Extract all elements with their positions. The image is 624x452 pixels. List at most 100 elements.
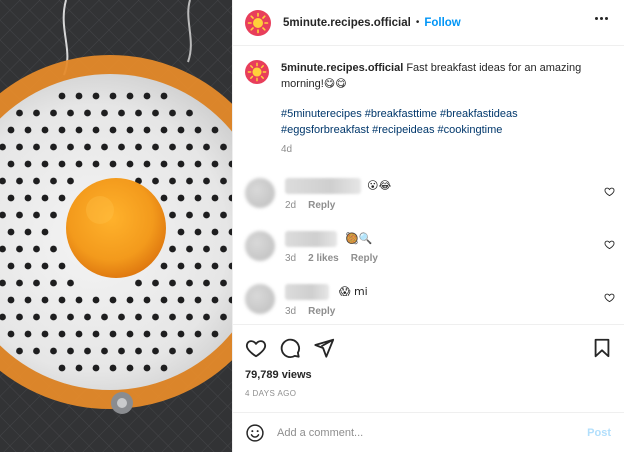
strainer-hole	[58, 330, 66, 338]
follow-button[interactable]: Follow	[424, 17, 460, 29]
strainer-hole	[194, 296, 202, 304]
like-comment-heart-icon[interactable]	[604, 292, 615, 303]
comment-text: 😮😂	[367, 179, 392, 192]
strainer-hole	[33, 279, 40, 287]
view-count[interactable]: 79,789 views	[245, 369, 312, 381]
strainer-hole	[16, 177, 23, 185]
strainer-hole	[101, 143, 108, 151]
strainer-hole	[203, 279, 210, 287]
strainer-hole	[67, 313, 74, 321]
strainer-hole	[194, 330, 202, 338]
comment-bubble-icon[interactable]	[279, 337, 301, 359]
caption-username[interactable]: 5minute.recipes.official	[281, 62, 403, 74]
post-actions-section: 79,789 views 4 DAYS AGO	[233, 324, 624, 412]
strainer-hole	[109, 364, 117, 372]
separator-dot: •	[415, 17, 420, 28]
strainer-hole	[126, 126, 134, 134]
strainer-hole	[50, 313, 57, 321]
strainer-hole	[109, 160, 117, 168]
strainer-hole	[24, 126, 32, 134]
comment-likes[interactable]: 2 likes	[308, 253, 339, 264]
strainer-hole	[118, 143, 125, 151]
strainer-hole	[75, 330, 83, 338]
post-comment-button[interactable]: Post	[587, 427, 611, 439]
commenter-avatar-blurred[interactable]	[245, 231, 275, 261]
save-bookmark-icon[interactable]	[591, 337, 613, 359]
reply-button[interactable]: Reply	[308, 200, 335, 211]
commenter-name-blurred[interactable]	[285, 231, 337, 247]
strainer-hole	[84, 313, 91, 321]
strainer-hole	[160, 296, 168, 304]
strainer-hole	[24, 194, 32, 202]
strainer-hole	[160, 364, 168, 372]
strainer-hole	[75, 364, 83, 372]
strainer-hole	[50, 109, 57, 117]
emoji-picker-icon[interactable]	[245, 423, 265, 443]
strainer-hole	[203, 143, 210, 151]
strainer-hole	[67, 143, 74, 151]
strainer-hole	[126, 296, 134, 304]
strainer-hole	[203, 313, 210, 321]
like-comment-heart-icon[interactable]	[604, 239, 615, 250]
share-paper-plane-icon[interactable]	[313, 337, 335, 359]
sun-logo-icon	[247, 12, 269, 33]
strainer-hole	[186, 109, 193, 117]
strainer-hole	[126, 92, 134, 100]
strainer-hole	[16, 109, 23, 117]
strainer-hole	[186, 177, 193, 185]
strainer-hole	[50, 347, 57, 355]
commenter-name-blurred[interactable]	[285, 178, 361, 194]
strainer-hole	[186, 143, 193, 151]
hashtags: #5minuterecipes #breakfasttime #breakfas…	[281, 106, 611, 138]
strainer-hole	[194, 262, 202, 270]
strainer-hole	[186, 279, 193, 287]
post-video[interactable]	[0, 0, 232, 452]
hashtags-line-1[interactable]: #5minuterecipes #breakfasttime #breakfas…	[281, 106, 611, 122]
reply-button[interactable]: Reply	[308, 306, 335, 317]
caption-avatar[interactable]	[245, 60, 269, 84]
strainer-hole	[211, 126, 219, 134]
strainer-hole	[169, 347, 176, 355]
post-details-panel: 5minute.recipes.official • Follow 5minut…	[232, 0, 624, 452]
strainer-hole	[169, 245, 176, 253]
strainer-hole	[211, 296, 219, 304]
strainer-hole	[50, 211, 57, 219]
strainer-hole	[92, 364, 100, 372]
strainer-hole	[177, 126, 185, 134]
commenter-avatar-blurred[interactable]	[245, 284, 275, 314]
comment-age: 3d	[285, 306, 297, 317]
strainer-hole	[126, 160, 134, 168]
strainer-hole	[194, 228, 202, 236]
reply-button[interactable]: Reply	[351, 253, 378, 264]
strainer-hole	[169, 109, 176, 117]
comment-input[interactable]	[277, 426, 567, 439]
strainer-hole	[211, 330, 219, 338]
author-avatar[interactable]	[245, 9, 271, 36]
strainer-hole	[152, 143, 159, 151]
strainer-hole	[109, 92, 117, 100]
strainer-hole	[135, 313, 142, 321]
strainer-hole	[186, 245, 193, 253]
strainer-hole	[169, 211, 176, 219]
strainer-hole	[109, 126, 117, 134]
commenter-avatar-blurred[interactable]	[245, 178, 275, 208]
strainer-hole	[7, 262, 15, 270]
strainer-hole	[203, 245, 210, 253]
commenter-name-blurred[interactable]	[285, 284, 329, 300]
strainer-hole	[101, 109, 108, 117]
more-options-icon[interactable]	[595, 17, 608, 20]
strainer-hole	[58, 262, 66, 270]
strainer-hole	[143, 296, 151, 304]
comment-age: 3d	[285, 253, 297, 264]
author-username[interactable]: 5minute.recipes.official	[283, 17, 411, 29]
like-heart-icon[interactable]	[245, 337, 267, 359]
strainer-hole	[177, 160, 185, 168]
strainer-hole	[24, 296, 32, 304]
strainer-hole	[24, 262, 32, 270]
hashtags-line-2[interactable]: #eggsforbreakfast #recipeideas #cookingt…	[281, 122, 611, 138]
like-comment-heart-icon[interactable]	[604, 186, 615, 197]
strainer-hole	[160, 194, 168, 202]
strainer-hole	[203, 211, 210, 219]
strainer-hole	[58, 194, 66, 202]
strainer-hole	[7, 296, 15, 304]
